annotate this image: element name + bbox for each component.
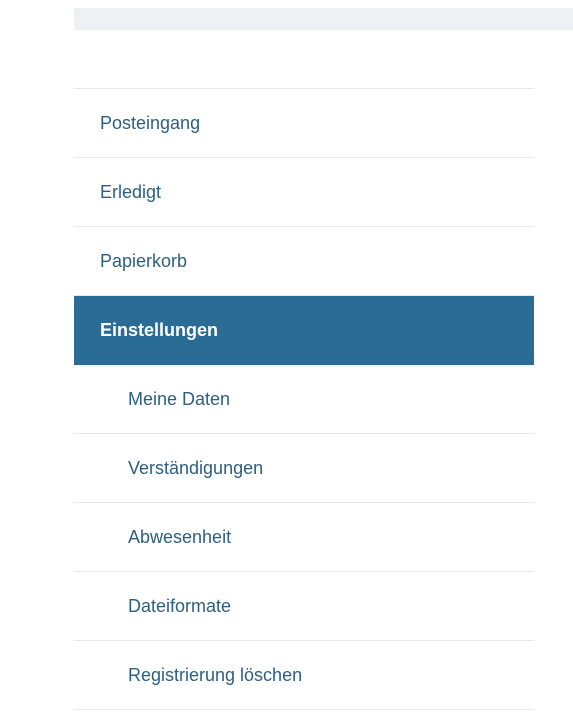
nav-item-label: Posteingang: [100, 112, 201, 133]
nav-subitem-dateiformate[interactable]: Dateiformate: [74, 572, 534, 641]
nav-subitem-label: Dateiformate: [128, 595, 232, 616]
nav-item-label: Einstellungen: [100, 319, 219, 340]
nav-subitem-label: Abwesenheit: [128, 526, 232, 547]
nav-item-einstellungen[interactable]: Einstellungen: [74, 296, 534, 365]
top-bar: [74, 8, 573, 30]
nav-item-posteingang[interactable]: Posteingang: [74, 89, 534, 158]
nav-item-label: Papierkorb: [100, 250, 188, 271]
nav-subitem-abwesenheit[interactable]: Abwesenheit: [74, 503, 534, 572]
nav-subitem-label: Meine Daten: [128, 388, 231, 409]
nav-item-papierkorb[interactable]: Papierkorb: [74, 227, 534, 296]
nav-item-label: Erledigt: [100, 181, 162, 202]
nav-subitem-label: Verständigungen: [128, 457, 264, 478]
nav-subitem-registrierung-loeschen[interactable]: Registrierung löschen: [74, 641, 534, 710]
nav-subitem-label: Registrierung löschen: [128, 664, 303, 685]
nav-item-erledigt[interactable]: Erledigt: [74, 158, 534, 227]
page: Posteingang Erledigt Papierkorb Einstell…: [0, 0, 573, 720]
nav-subitem-verstaendigungen[interactable]: Verständigungen: [74, 434, 534, 503]
nav-subitem-meine-daten[interactable]: Meine Daten: [74, 365, 534, 434]
sidebar-nav: Posteingang Erledigt Papierkorb Einstell…: [74, 88, 534, 710]
